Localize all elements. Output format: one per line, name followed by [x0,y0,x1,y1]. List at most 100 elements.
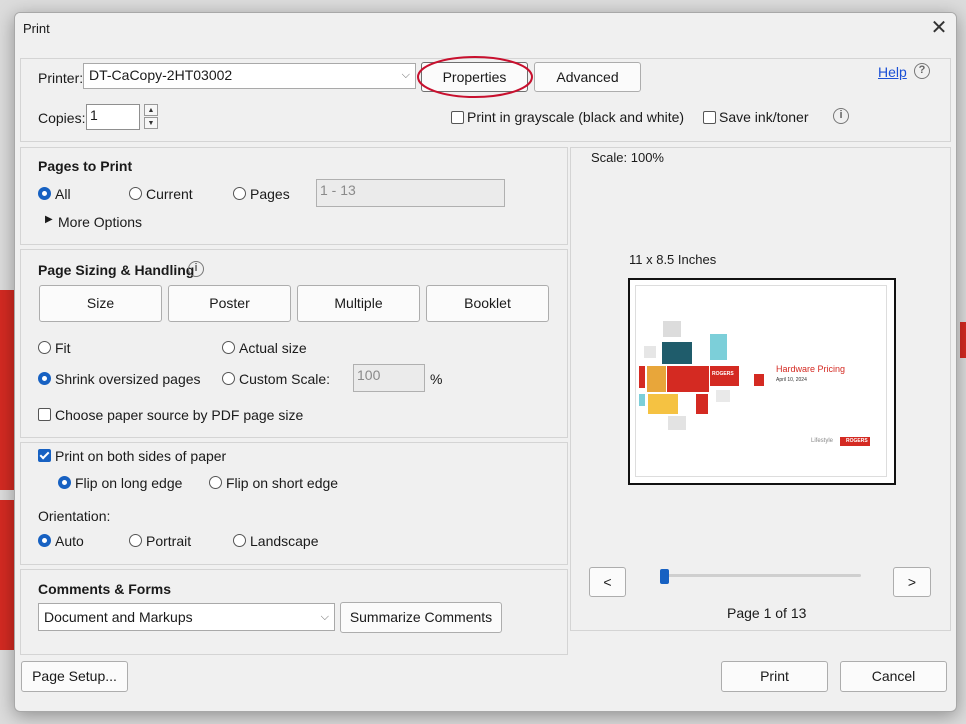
preview-tile [696,394,708,414]
preview-footer-brand: ROGERS [846,438,868,444]
both-sides-label: Print on both sides of paper [55,448,227,464]
both-sides-checkbox[interactable] [38,449,51,462]
actual-size-label: Actual size [239,340,307,356]
next-page-label: > [907,574,917,590]
chevron-down-icon: ⌵ [401,69,410,81]
portrait-label: Portrait [146,533,192,549]
pages-range-radio[interactable] [233,187,246,200]
preview-tile [639,366,645,388]
custom-scale-label: Custom Scale: [239,371,331,387]
poster-tab[interactable]: Poster [168,285,291,322]
copies-label: Copies: [38,110,86,126]
chevron-down-icon: ⌵ [320,611,329,623]
pages-range-label: Pages [250,186,290,202]
print-button[interactable]: Print [721,661,828,692]
preview-tile [647,366,666,392]
highlight-ellipse [417,56,533,98]
preview-tile [716,390,730,402]
help-link[interactable]: Help [878,64,907,80]
shrink-label: Shrink oversized pages [55,371,201,387]
grayscale-label: Print in grayscale (black and white) [467,109,685,125]
booklet-tab-label: Booklet [464,295,511,311]
copies-decrement[interactable]: ▼ [144,117,158,129]
comments-select[interactable]: Document and Markups ⌵ [38,603,335,631]
background-app-stripe [960,322,966,358]
next-page-button[interactable]: > [893,567,931,597]
printer-select[interactable]: DT-CaCopy-2HT03002 ⌵ [83,63,416,89]
preview-tile [667,366,709,392]
pages-range-input[interactable]: 1 - 13 [316,179,505,207]
poster-tab-label: Poster [209,295,250,311]
printer-select-value: DT-CaCopy-2HT03002 [89,67,233,83]
short-edge-radio[interactable] [209,476,222,489]
info-icon[interactable]: i [188,261,204,277]
preview-tile [668,416,686,430]
printer-label: Printer: [38,70,84,86]
preview-tile [710,334,727,360]
portrait-radio[interactable] [129,534,142,547]
long-edge-radio[interactable] [58,476,71,489]
close-icon[interactable]: ✕ [928,17,950,39]
title-bar: Print ✕ [15,13,956,43]
paper-size-label: 11 x 8.5 Inches [629,252,717,267]
preview-tile [639,394,645,406]
landscape-label: Landscape [250,533,319,549]
multiple-tab[interactable]: Multiple [297,285,420,322]
custom-scale-radio[interactable] [222,372,235,385]
background-app-stripe [0,500,14,650]
booklet-tab[interactable]: Booklet [426,285,549,322]
save-ink-checkbox[interactable] [703,111,716,124]
preview-rogers-logo: ROGERS [712,371,734,377]
help-icon[interactable]: ? [914,63,930,79]
auto-label: Auto [55,533,84,549]
multiple-tab-label: Multiple [334,295,383,311]
actual-size-radio[interactable] [222,341,235,354]
grayscale-checkbox[interactable] [451,111,464,124]
pages-all-label: All [55,186,71,202]
shrink-radio[interactable] [38,372,51,385]
short-edge-label: Flip on short edge [226,475,339,491]
pages-all-radio[interactable] [38,187,51,200]
pages-current-radio[interactable] [129,187,142,200]
page-setup-button[interactable]: Page Setup... [21,661,128,692]
cancel-button[interactable]: Cancel [840,661,947,692]
info-icon[interactable]: i [833,108,849,124]
size-tab[interactable]: Size [39,285,162,322]
copies-value: 1 [90,107,98,123]
landscape-radio[interactable] [233,534,246,547]
print-button-label: Print [760,668,789,684]
page-preview: ROGERS Hardware Pricing April 10, 2024 L… [628,278,896,485]
preview-tile [648,394,678,414]
preview-footer-text: Lifestyle [811,438,834,444]
prev-page-label: < [603,574,612,590]
more-options-label[interactable]: More Options [58,214,142,230]
cancel-button-label: Cancel [871,668,916,684]
expand-triangle-icon[interactable]: ▶ [45,214,53,225]
background-app-stripe [0,290,14,490]
preview-tile [644,346,656,358]
auto-radio[interactable] [38,534,51,547]
custom-scale-input[interactable]: 100 [353,364,425,392]
page-slider-thumb[interactable] [660,569,669,584]
page-preview-content: ROGERS Hardware Pricing April 10, 2024 L… [635,285,887,477]
copies-increment[interactable]: ▲ [144,104,158,116]
size-tab-label: Size [86,295,115,311]
page-setup-label: Page Setup... [32,668,117,684]
advanced-button[interactable]: Advanced [534,62,641,92]
preview-tile [662,342,692,364]
paper-source-checkbox[interactable] [38,408,51,421]
paper-source-label: Choose paper source by PDF page size [55,407,304,423]
print-dialog: Print ✕ Printer: DT-CaCopy-2HT03002 ⌵ Pr… [14,12,957,712]
page-slider-track[interactable] [663,574,861,577]
advanced-button-label: Advanced [556,69,619,85]
dialog-title: Print [23,21,50,36]
copies-input[interactable]: 1 [86,104,140,130]
page-status: Page 1 of 13 [727,605,807,621]
page-sizing-title: Page Sizing & Handling [38,262,195,278]
prev-page-button[interactable]: < [589,567,626,597]
orientation-label: Orientation: [38,508,111,524]
pages-to-print-title: Pages to Print [38,158,133,174]
fit-radio[interactable] [38,341,51,354]
preview-tile [663,321,681,337]
summarize-comments-button[interactable]: Summarize Comments [340,602,502,633]
